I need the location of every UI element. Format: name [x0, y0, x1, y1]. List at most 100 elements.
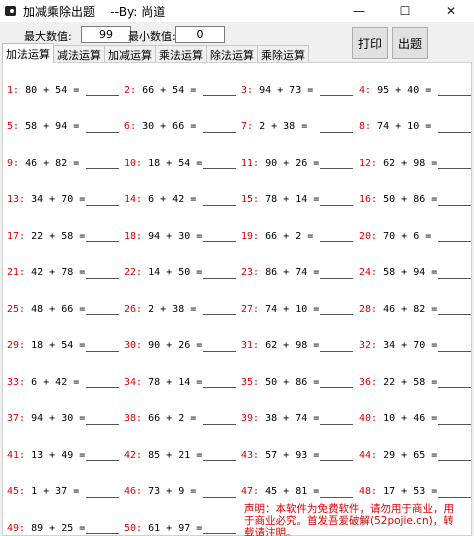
problem-item: 31: 62 + 98 =	[241, 339, 319, 353]
problem-expression: 94 + 30 =	[148, 230, 203, 242]
problem-expression: 90 + 26 =	[265, 157, 320, 169]
answer-blank	[203, 387, 236, 388]
answer-blank	[320, 241, 353, 242]
problem-item: 28: 46 + 82 =	[359, 302, 437, 316]
problem-expression: 42 + 78 =	[31, 267, 86, 278]
tab-subtraction[interactable]: 减法运算	[53, 45, 105, 63]
problem-expression: 58 + 94 =	[25, 121, 80, 132]
problem-item: 38: 66 + 2 =	[124, 412, 196, 426]
problem-item: 21: 42 + 78 =	[7, 266, 85, 280]
problem-number-colon: :	[371, 486, 384, 497]
problem-item: 41: 13 + 49 =	[7, 448, 85, 462]
problem-number-colon: :	[19, 303, 32, 315]
app-icon	[4, 4, 18, 18]
problem-expression: 62 + 98 =	[265, 340, 320, 351]
problem-number: 18	[124, 230, 137, 242]
answer-blank	[86, 350, 119, 352]
window-controls: — ☐ ✕	[336, 0, 474, 22]
answer-blank	[438, 131, 471, 133]
problem-number-colon: :	[19, 376, 32, 388]
generate-button[interactable]: 出题	[392, 27, 428, 59]
problem-item: 27: 74 + 10 =	[241, 302, 319, 316]
answer-blank	[320, 387, 353, 388]
problem-number: 16	[359, 194, 372, 205]
print-button[interactable]: 打印	[352, 27, 388, 59]
problem-item: 6: 30 + 66 =	[124, 120, 196, 134]
problem-item: 5: 58 + 94 =	[7, 120, 79, 134]
problem-expression: 70 + 6 =	[383, 230, 432, 242]
problem-number-colon: :	[19, 486, 32, 497]
answer-blank	[438, 241, 471, 242]
problem-expression: 66 + 2 =	[265, 230, 314, 242]
problem-number-colon: :	[247, 84, 260, 96]
problem-number: 36	[359, 376, 372, 388]
tab-addition[interactable]: 加法运算	[2, 43, 54, 63]
problem-item: 23: 86 + 74 =	[241, 266, 319, 280]
problem-number: 41	[7, 449, 20, 461]
problem-expression: 80 + 54 =	[25, 84, 80, 96]
problem-number-colon: :	[253, 157, 266, 169]
problem-number: 40	[359, 413, 372, 424]
problem-number-colon: :	[253, 376, 266, 388]
problem-item: 34: 78 + 14 =	[124, 375, 202, 389]
problem-expression: 10 + 46 =	[383, 413, 438, 424]
problem-number: 32	[359, 340, 372, 351]
problem-item: 49: 89 + 25 =	[7, 521, 85, 535]
problem-expression: 45 + 81 =	[265, 486, 320, 497]
answer-blank	[320, 314, 353, 315]
problem-number: 35	[241, 376, 254, 388]
problem-expression: 90 + 26 =	[148, 340, 203, 351]
problem-expression: 48 + 66 =	[31, 303, 86, 315]
problem-number-colon: :	[136, 376, 149, 388]
answer-blank	[203, 131, 236, 133]
answer-blank	[203, 241, 236, 242]
problem-number-colon: :	[253, 340, 266, 351]
answer-blank	[86, 168, 119, 169]
problem-number: 43	[241, 449, 254, 461]
problem-expression: 17 + 53 =	[383, 486, 438, 497]
problem-expression: 38 + 74 =	[265, 413, 320, 424]
problem-item: 42: 85 + 21 =	[124, 448, 202, 462]
minimize-icon[interactable]: —	[336, 0, 382, 22]
problem-expression: 78 + 14 =	[265, 194, 320, 205]
problems-panel: 1: 80 + 54 = 2: 66 + 54 = 3: 94 + 73 = 4: 9…	[2, 62, 472, 536]
problem-number: 50	[124, 522, 137, 534]
problem-item: 37: 94 + 30 =	[7, 412, 85, 426]
min-value-label: 最小数值:	[128, 30, 176, 43]
problem-item: 17: 22 + 58 =	[7, 229, 85, 243]
answer-blank	[203, 314, 236, 315]
problem-expression: 13 + 49 =	[31, 449, 86, 461]
problem-number-colon: :	[136, 303, 149, 315]
max-value-input[interactable]	[81, 26, 131, 43]
answer-blank	[320, 277, 353, 279]
tab-add-subtract[interactable]: 加减运算	[104, 45, 156, 63]
problem-item: 48: 17 + 53 =	[359, 485, 437, 499]
problem-number-colon: :	[13, 84, 26, 96]
problem-item: 18: 94 + 30 =	[124, 229, 202, 243]
problem-number-colon: :	[253, 486, 266, 497]
problem-number: 42	[124, 449, 137, 461]
problem-number: 13	[7, 194, 20, 205]
problem-number-colon: :	[371, 157, 384, 169]
close-icon[interactable]: ✕	[428, 0, 474, 22]
window-title: 加减乘除出题 --By: 尚道	[23, 4, 166, 19]
problem-expression: 34 + 70 =	[383, 340, 438, 351]
answer-blank	[86, 277, 119, 279]
answer-blank	[86, 496, 119, 498]
problem-item: 12: 62 + 98 =	[359, 156, 437, 170]
problem-item: 40: 10 + 46 =	[359, 412, 437, 426]
problem-number: 24	[359, 267, 372, 278]
maximize-icon[interactable]: ☐	[382, 0, 428, 22]
answer-blank	[203, 496, 236, 498]
problem-item: 32: 34 + 70 =	[359, 339, 437, 353]
min-value-input[interactable]	[175, 26, 225, 43]
tab-division[interactable]: 除法运算	[206, 45, 258, 63]
problem-item: 4: 95 + 40 =	[359, 83, 431, 97]
problem-number-colon: :	[253, 267, 266, 278]
tab-multiply-divide[interactable]: 乘除运算	[257, 45, 309, 63]
tab-multiplication[interactable]: 乘法运算	[155, 45, 207, 63]
problem-item: 45: 1 + 37 =	[7, 485, 79, 499]
problem-expression: 46 + 82 =	[25, 157, 80, 169]
problem-number-colon: :	[136, 340, 149, 351]
answer-blank	[320, 350, 353, 352]
